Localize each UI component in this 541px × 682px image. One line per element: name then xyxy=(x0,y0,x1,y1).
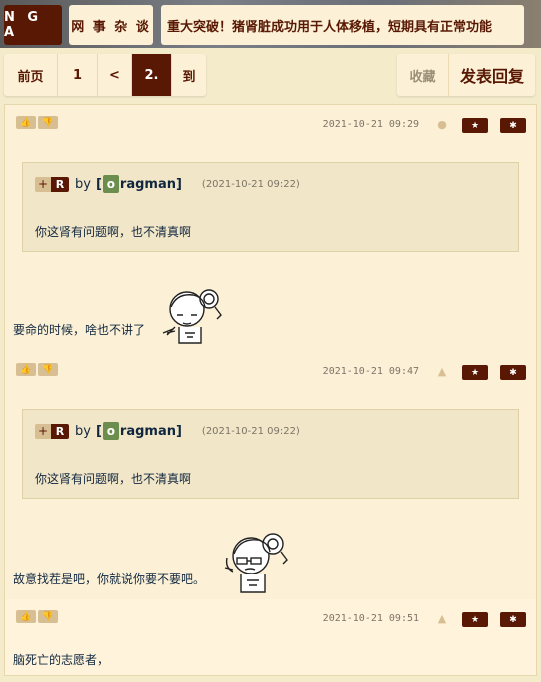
post-meta: 👍 👎 2021-10-21 09:29 ● ★ ✱ xyxy=(5,105,536,135)
quote-text: 你这肾有问题啊，也不清真啊 xyxy=(35,225,192,239)
post-item: 👍 👎 2021-10-21 09:29 ● ★ ✱ + R by [ o ra… xyxy=(5,105,536,352)
prev-page-button[interactable]: 前页 xyxy=(4,54,58,96)
quote-date: (2021-10-21 09:22) xyxy=(201,178,300,190)
quoted-user-link[interactable]: [ o ragman] xyxy=(96,422,182,440)
thumbs-up-icon[interactable]: 👍 xyxy=(16,363,36,376)
post-content: 故意找茬是吧，你就说你要不要吧。 xyxy=(13,572,206,586)
vote-buttons: 👍 👎 xyxy=(16,116,58,129)
nga-logo[interactable]: N G A xyxy=(4,5,62,45)
quote-header: + R by [ o ragman] (2021-10-21 09:22) xyxy=(35,422,300,440)
post-item: 👍 👎 2021-10-21 09:47 ▲ ★ ✱ + R by [ o ra… xyxy=(5,352,536,599)
star-button[interactable]: ★ xyxy=(462,612,488,627)
android-icon: ▲ xyxy=(437,365,447,378)
sticker-image xyxy=(162,289,222,344)
post-meta: 👍 👎 2021-10-21 09:47 ▲ ★ ✱ xyxy=(5,352,536,382)
reply-button[interactable]: 发表回复 xyxy=(449,54,535,96)
post-date: 2021-10-21 09:29 xyxy=(322,119,419,130)
gear-button[interactable]: ✱ xyxy=(500,118,526,133)
quote-header: + R by [ o ragman] (2021-10-21 09:22) xyxy=(35,175,300,193)
quote-block: + R by [ o ragman] (2021-10-21 09:22) 你这… xyxy=(22,162,519,252)
forum-breadcrumb[interactable]: 网 事 杂 谈 xyxy=(69,5,153,45)
current-page-indicator[interactable]: 2. xyxy=(132,54,172,96)
android-icon: ▲ xyxy=(437,612,447,625)
star-button[interactable]: ★ xyxy=(462,365,488,380)
apple-icon: ● xyxy=(437,118,447,131)
post-list: 👍 👎 2021-10-21 09:29 ● ★ ✱ + R by [ o ra… xyxy=(4,104,537,676)
quoted-username: ragman] xyxy=(119,423,182,439)
vote-buttons: 👍 👎 xyxy=(16,363,58,376)
post-date: 2021-10-21 09:47 xyxy=(322,366,419,377)
gear-button[interactable]: ✱ xyxy=(500,612,526,627)
reply-tag: R xyxy=(51,176,69,192)
expand-quote-button[interactable]: + xyxy=(35,423,51,439)
top-header: N G A 网 事 杂 谈 重大突破！猪肾脏成功用于人体移植，短期具有正常功能 xyxy=(0,0,541,48)
thumbs-down-icon[interactable]: 👎 xyxy=(38,116,58,129)
quoted-username: ragman] xyxy=(119,176,182,192)
post-content: 脑死亡的志愿者， xyxy=(13,653,110,667)
expand-quote-button[interactable]: + xyxy=(35,176,51,192)
page-1-button[interactable]: 1 xyxy=(58,54,98,96)
reply-tag: R xyxy=(51,423,69,439)
bracket-open: [ xyxy=(95,423,102,439)
thread-actions: 收藏 发表回复 xyxy=(397,54,535,96)
quote-by-label: by xyxy=(75,423,91,439)
goto-page-button[interactable]: 到 xyxy=(172,54,206,96)
thread-title[interactable]: 重大突破！猪肾脏成功用于人体移植，短期具有正常功能 xyxy=(161,5,524,45)
post-date: 2021-10-21 09:51 xyxy=(322,613,419,624)
user-avatar: o xyxy=(102,422,119,440)
thumbs-down-icon[interactable]: 👎 xyxy=(38,610,58,623)
pagination: 前页 1 < 2. 到 xyxy=(4,54,206,96)
prev-arrow-button[interactable]: < xyxy=(98,54,132,96)
vote-buttons: 👍 👎 xyxy=(16,610,58,623)
thumbs-up-icon[interactable]: 👍 xyxy=(16,116,36,129)
gear-button[interactable]: ✱ xyxy=(500,365,526,380)
quoted-user-link[interactable]: [ o ragman] xyxy=(96,175,182,193)
post-item: 👍 👎 2021-10-21 09:51 ▲ ★ ✱ 脑死亡的志愿者， xyxy=(5,599,536,675)
sticker-image xyxy=(224,533,288,593)
star-button[interactable]: ★ xyxy=(462,118,488,133)
thumbs-up-icon[interactable]: 👍 xyxy=(16,610,36,623)
quote-text: 你这肾有问题啊，也不清真啊 xyxy=(35,472,192,486)
post-meta: 👍 👎 2021-10-21 09:51 ▲ ★ ✱ xyxy=(5,599,536,629)
quote-date: (2021-10-21 09:22) xyxy=(201,425,300,437)
user-avatar: o xyxy=(102,175,119,193)
quote-block: + R by [ o ragman] (2021-10-21 09:22) 你这… xyxy=(22,409,519,499)
post-content: 要命的时候，啥也不讲了 xyxy=(13,323,146,337)
thumbs-down-icon[interactable]: 👎 xyxy=(38,363,58,376)
favorite-button[interactable]: 收藏 xyxy=(397,54,449,96)
bracket-open: [ xyxy=(95,176,102,192)
quote-by-label: by xyxy=(75,176,91,192)
